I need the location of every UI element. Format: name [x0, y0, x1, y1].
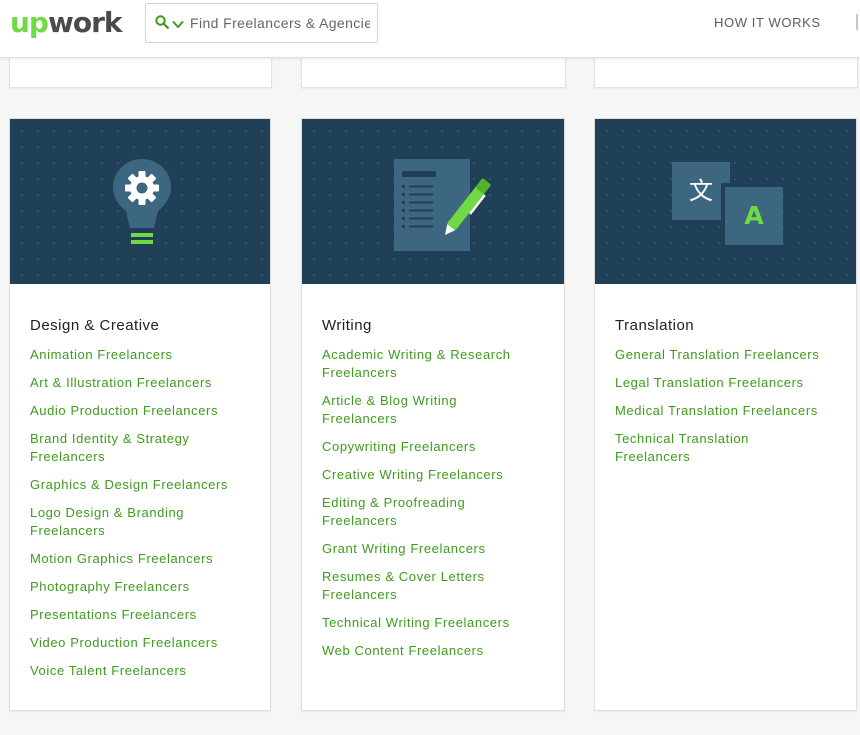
- category-link[interactable]: Academic Writing & Research Freelancers: [322, 346, 537, 382]
- category-banner: [302, 119, 564, 284]
- category-title: Writing: [322, 317, 372, 334]
- category-title: Design & Creative: [30, 317, 160, 334]
- logo-work: work: [47, 6, 123, 39]
- list-item: Creative Writing Freelancers: [322, 466, 552, 484]
- list-item: Graphics & Design Freelancers: [30, 476, 258, 494]
- category-link[interactable]: Audio Production Freelancers: [30, 402, 258, 420]
- site-header: upwork HOW IT WORKS: [0, 0, 860, 58]
- search-box[interactable]: [145, 3, 378, 43]
- category-link[interactable]: Resumes & Cover Letters Freelancers: [322, 568, 507, 604]
- list-item: Photography Freelancers: [30, 578, 258, 596]
- category-link[interactable]: General Translation Freelancers: [615, 346, 844, 364]
- category-link[interactable]: Medical Translation Freelancers: [615, 402, 844, 420]
- category-link[interactable]: Brand Identity & Strategy Freelancers: [30, 430, 220, 466]
- category-link[interactable]: Technical Translation Freelancers: [615, 430, 775, 466]
- category-link[interactable]: Logo Design & Branding Freelancers: [30, 504, 220, 540]
- category-banner: 文 A: [595, 119, 856, 284]
- category-card-translation: 文 A Translation General Translation Free…: [594, 118, 857, 711]
- category-link[interactable]: Video Production Freelancers: [30, 634, 258, 652]
- list-item: General Translation Freelancers: [615, 346, 844, 364]
- category-link[interactable]: Article & Blog Writing Freelancers: [322, 392, 487, 428]
- category-link[interactable]: Motion Graphics Freelancers: [30, 550, 258, 568]
- list-item: Audio Production Freelancers: [30, 402, 258, 420]
- nav-how-it-works[interactable]: HOW IT WORKS: [714, 15, 821, 30]
- upwork-logo[interactable]: upwork: [10, 3, 123, 43]
- category-content: Design & Creative Animation Freelancers …: [30, 317, 258, 690]
- document-pen-icon: [394, 159, 491, 251]
- category-link[interactable]: Photography Freelancers: [30, 578, 258, 596]
- list-item: Logo Design & Branding Freelancers: [30, 504, 220, 540]
- list-item: Technical Translation Freelancers: [615, 430, 775, 466]
- category-link[interactable]: Graphics & Design Freelancers: [30, 476, 258, 494]
- category-link[interactable]: Art & Illustration Freelancers: [30, 374, 258, 392]
- list-item: Editing & Proofreading Freelancers: [322, 494, 497, 530]
- category-link[interactable]: Voice Talent Freelancers: [30, 662, 258, 680]
- category-link[interactable]: Editing & Proofreading Freelancers: [322, 494, 497, 530]
- category-link[interactable]: Grant Writing Freelancers: [322, 540, 552, 558]
- list-item: Grant Writing Freelancers: [322, 540, 552, 558]
- nav-divider: [856, 14, 858, 30]
- category-link[interactable]: Presentations Freelancers: [30, 606, 258, 624]
- category-link[interactable]: Copywriting Freelancers: [322, 438, 552, 456]
- category-link[interactable]: Web Content Freelancers: [322, 642, 552, 660]
- list-item: Brand Identity & Strategy Freelancers: [30, 430, 220, 466]
- category-content: Writing Academic Writing & Research Free…: [322, 317, 552, 670]
- target-glyph: A: [725, 187, 783, 245]
- category-link[interactable]: Technical Writing Freelancers: [322, 614, 552, 632]
- category-banner: [10, 119, 270, 284]
- list-item: Presentations Freelancers: [30, 606, 258, 624]
- search-icon[interactable]: [155, 15, 169, 34]
- list-item: Web Content Freelancers: [322, 642, 552, 660]
- list-item: Academic Writing & Research Freelancers: [322, 346, 537, 382]
- list-item: Medical Translation Freelancers: [615, 402, 844, 420]
- list-item: Animation Freelancers: [30, 346, 258, 364]
- category-card-design-creative: Design & Creative Animation Freelancers …: [9, 118, 271, 711]
- category-link-list: General Translation Freelancers Legal Tr…: [615, 346, 844, 466]
- category-link-list: Animation Freelancers Art & Illustration…: [30, 346, 258, 680]
- list-item: Legal Translation Freelancers: [615, 374, 844, 392]
- list-item: Art & Illustration Freelancers: [30, 374, 258, 392]
- list-item: Voice Talent Freelancers: [30, 662, 258, 680]
- list-item: Technical Writing Freelancers: [322, 614, 552, 632]
- category-link[interactable]: Legal Translation Freelancers: [615, 374, 844, 392]
- source-glyph: 文: [672, 162, 730, 220]
- category-content: Translation General Translation Freelanc…: [615, 317, 844, 476]
- category-link[interactable]: Creative Writing Freelancers: [322, 466, 552, 484]
- list-item: Resumes & Cover Letters Freelancers: [322, 568, 507, 604]
- lightbulb-gear-icon: [113, 159, 171, 244]
- chevron-down-icon[interactable]: [172, 17, 184, 35]
- list-item: Video Production Freelancers: [30, 634, 258, 652]
- list-item: Article & Blog Writing Freelancers: [322, 392, 487, 428]
- logo-up: up: [10, 6, 49, 39]
- category-card-writing: Writing Academic Writing & Research Free…: [301, 118, 565, 711]
- search-input[interactable]: [190, 13, 370, 33]
- list-item: Copywriting Freelancers: [322, 438, 552, 456]
- category-title: Translation: [615, 317, 695, 334]
- list-item: Motion Graphics Freelancers: [30, 550, 258, 568]
- category-link-list: Academic Writing & Research Freelancers …: [322, 346, 552, 660]
- category-link[interactable]: Animation Freelancers: [30, 346, 258, 364]
- translate-icon: 文 A: [672, 162, 783, 245]
